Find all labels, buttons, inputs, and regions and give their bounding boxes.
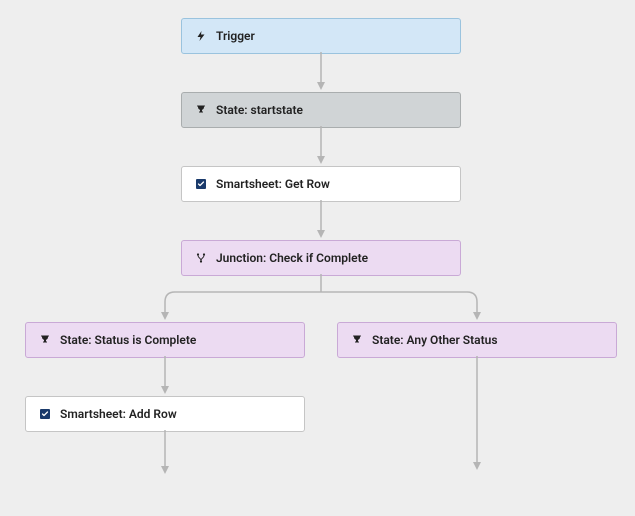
node-label: State: Any Other Status — [372, 333, 498, 347]
node-label: Trigger — [216, 29, 255, 43]
trophy-icon — [38, 333, 52, 347]
workflow-canvas: Trigger State: startstate Smartsheet: Ge… — [0, 0, 635, 516]
node-state-any-other-status[interactable]: State: Any Other Status — [337, 322, 617, 358]
node-smartsheet-add-row[interactable]: Smartsheet: Add Row — [25, 396, 305, 432]
node-label: Smartsheet: Get Row — [216, 177, 330, 191]
node-junction-check-complete[interactable]: Junction: Check if Complete — [181, 240, 461, 276]
node-trigger[interactable]: Trigger — [181, 18, 461, 54]
node-state-startstate[interactable]: State: startstate — [181, 92, 461, 128]
node-label: State: startstate — [216, 103, 303, 117]
node-label: State: Status is Complete — [60, 333, 196, 347]
smartsheet-check-icon — [38, 407, 52, 421]
lightning-icon — [194, 29, 208, 43]
trophy-icon — [350, 333, 364, 347]
node-smartsheet-get-row[interactable]: Smartsheet: Get Row — [181, 166, 461, 202]
smartsheet-check-icon — [194, 177, 208, 191]
node-label: Junction: Check if Complete — [216, 251, 368, 265]
node-label: Smartsheet: Add Row — [60, 407, 177, 421]
branch-icon — [194, 251, 208, 265]
node-state-status-complete[interactable]: State: Status is Complete — [25, 322, 305, 358]
trophy-icon — [194, 103, 208, 117]
